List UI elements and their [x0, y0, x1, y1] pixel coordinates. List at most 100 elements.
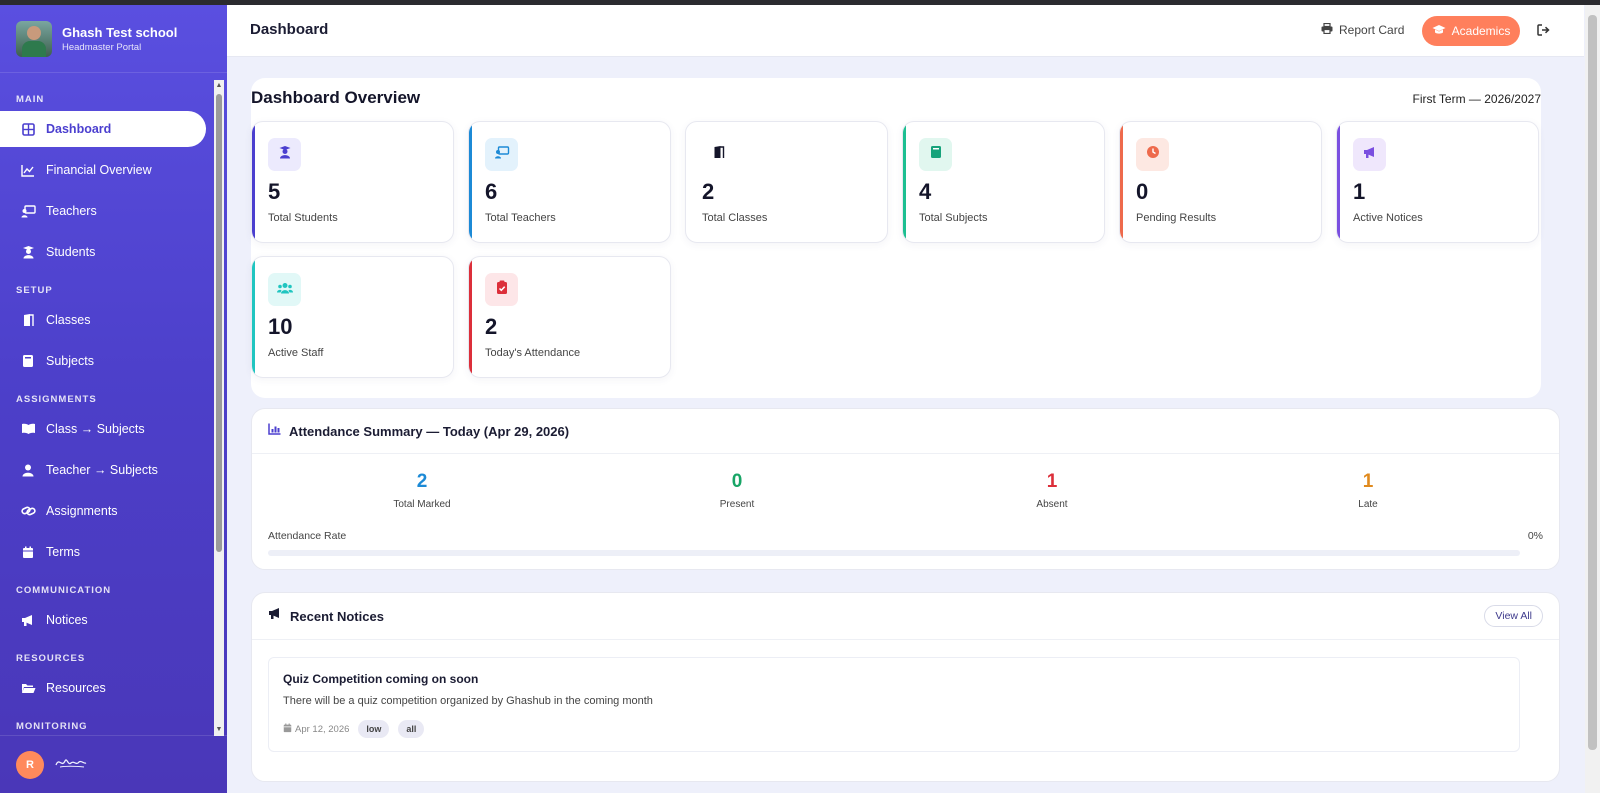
brand: Ghash Test school Headmaster Portal: [0, 5, 227, 73]
chalkboard-teacher-icon: [20, 203, 36, 219]
attendance-summary-card: Attendance Summary — Today (Apr 29, 2026…: [251, 408, 1560, 570]
sidebar-item-terms[interactable]: Terms: [0, 534, 206, 570]
megaphone-icon: [268, 607, 282, 625]
sidebar-scrollbar[interactable]: ▲ ▼: [214, 80, 224, 736]
attendance-present: 0 Present: [637, 471, 837, 510]
nav-section-setup: SETUP: [16, 285, 53, 296]
card-accent: [903, 122, 906, 242]
sidebar-footer: R: [0, 735, 227, 793]
attendance-rate-bar: [268, 550, 1520, 556]
portal-subtitle: Headmaster Portal: [62, 41, 142, 53]
book-icon: [930, 145, 942, 164]
nav-section-main: MAIN: [16, 94, 45, 105]
stat-value: 1: [1353, 179, 1366, 204]
sidebar-item-label: Dashboard: [46, 122, 112, 136]
calendar-icon: [20, 544, 36, 560]
sidebar-nav: MAIN Dashboard Financial Overview Teache…: [0, 74, 227, 739]
logout-icon[interactable]: [1537, 23, 1550, 41]
graduation-cap-icon: [1432, 24, 1446, 38]
stat-value: 2: [485, 314, 498, 339]
card-accent: [1120, 122, 1123, 242]
sidebar-item-subjects[interactable]: Subjects: [0, 343, 206, 379]
sidebar-item-label: Terms: [46, 545, 81, 559]
nav-section-monitoring: MONITORING: [16, 721, 88, 732]
sidebar-item-classes[interactable]: Classes: [0, 302, 206, 338]
stat-card-total-students[interactable]: 5 Total Students: [251, 121, 454, 243]
stat-card-total-classes[interactable]: 2 Total Classes: [685, 121, 888, 243]
user-graduate-icon: [278, 145, 292, 164]
sidebar-item-label: Assignments: [46, 504, 118, 518]
top-header: Dashboard Report Card Academics: [227, 5, 1584, 57]
attendance-stat-label: Total Marked: [393, 499, 451, 510]
sidebar-item-label: Teacher → Subjects: [46, 463, 158, 477]
dashboard-overview: Dashboard Overview First Term — 2026/202…: [251, 78, 1541, 398]
page-scrollbar-thumb[interactable]: [1588, 15, 1597, 750]
stat-icon-box: [485, 273, 518, 306]
signature-image: [54, 754, 88, 775]
megaphone-icon: [20, 612, 36, 628]
card-accent: [1337, 122, 1340, 242]
sidebar-item-teacher-subjects[interactable]: Teacher → Subjects: [0, 452, 206, 488]
scroll-down-arrow-icon[interactable]: ▼: [215, 725, 223, 735]
card-accent: [252, 257, 255, 377]
user-avatar[interactable]: R: [16, 750, 44, 779]
report-card-button[interactable]: Report Card: [1321, 22, 1405, 37]
stat-label: Pending Results: [1136, 212, 1217, 224]
sidebar-item-dashboard[interactable]: Dashboard: [0, 111, 206, 147]
clock-icon: [1146, 145, 1160, 164]
attendance-summary-header: Attendance Summary — Today (Apr 29, 2026…: [252, 409, 1559, 454]
sidebar-item-assignments[interactable]: Assignments: [0, 493, 206, 529]
stat-card-active-staff[interactable]: 10 Active Staff: [251, 256, 454, 378]
users-icon: [276, 281, 293, 299]
page-scrollbar[interactable]: [1585, 5, 1600, 793]
attendance-stat-label: Absent: [1036, 499, 1068, 510]
stat-icon-box: [919, 138, 952, 171]
attendance-summary-title: Attendance Summary — Today (Apr 29, 2026…: [289, 423, 570, 439]
attendance-stat-value: 2: [416, 471, 428, 492]
stat-icon-box: [268, 138, 301, 171]
notice-date: Apr 12, 2026: [295, 723, 350, 735]
calendar-icon: [283, 723, 292, 736]
attendance-late: 1 Late: [1268, 471, 1468, 510]
stat-icon-box: [1136, 138, 1169, 171]
clipboard-check-icon: [496, 280, 508, 300]
sidebar-item-label: Financial Overview: [46, 163, 152, 177]
scroll-up-arrow-icon[interactable]: ▲: [215, 81, 223, 91]
stat-value: 5: [268, 179, 281, 204]
sidebar-item-financial-overview[interactable]: Financial Overview: [0, 152, 206, 188]
stat-card-total-teachers[interactable]: 6 Total Teachers: [468, 121, 671, 243]
door-icon: [712, 145, 726, 164]
academics-label: Academics: [1451, 24, 1511, 38]
sidebar-item-resources[interactable]: Resources: [0, 670, 206, 706]
stat-value: 10: [268, 314, 293, 339]
book-open-icon: [20, 421, 36, 437]
stat-label: Total Teachers: [485, 212, 556, 224]
sidebar-item-students[interactable]: Students: [0, 234, 206, 270]
sidebar-item-class-subjects[interactable]: Class → Subjects: [0, 411, 206, 447]
stat-card-pending-results[interactable]: 0 Pending Results: [1119, 121, 1322, 243]
sidebar-item-teachers[interactable]: Teachers: [0, 193, 206, 229]
stat-label: Total Classes: [702, 212, 768, 224]
stat-card-todays-attendance[interactable]: 2 Today's Attendance: [468, 256, 671, 378]
stat-icon-box: [485, 138, 518, 171]
card-accent: [469, 122, 472, 242]
recent-notices-card: Recent Notices View All Quiz Competition…: [251, 592, 1560, 782]
report-card-label: Report Card: [1339, 23, 1405, 37]
notice-audience-badge: all: [398, 720, 425, 738]
dashboard-icon: [20, 121, 36, 137]
notice-title: Quiz Competition coming on soon: [283, 672, 479, 686]
view-all-notices-button[interactable]: View All: [1484, 605, 1543, 627]
stat-card-total-subjects[interactable]: 4 Total Subjects: [902, 121, 1105, 243]
attendance-rate-label: Attendance Rate: [268, 530, 347, 542]
stat-value: 2: [702, 179, 715, 204]
academics-button[interactable]: Academics: [1422, 16, 1520, 46]
current-term: First Term — 2026/2027: [1412, 92, 1541, 106]
scrollbar-thumb[interactable]: [216, 94, 222, 552]
stat-icon-box: [268, 273, 301, 306]
nav-section-resources: RESOURCES: [16, 653, 86, 664]
notice-item[interactable]: Quiz Competition coming on soon There wi…: [268, 657, 1520, 752]
stat-value: 6: [485, 179, 498, 204]
stat-card-active-notices[interactable]: 1 Active Notices: [1336, 121, 1539, 243]
user-graduate-icon: [20, 244, 36, 260]
sidebar-item-notices[interactable]: Notices: [0, 602, 206, 638]
